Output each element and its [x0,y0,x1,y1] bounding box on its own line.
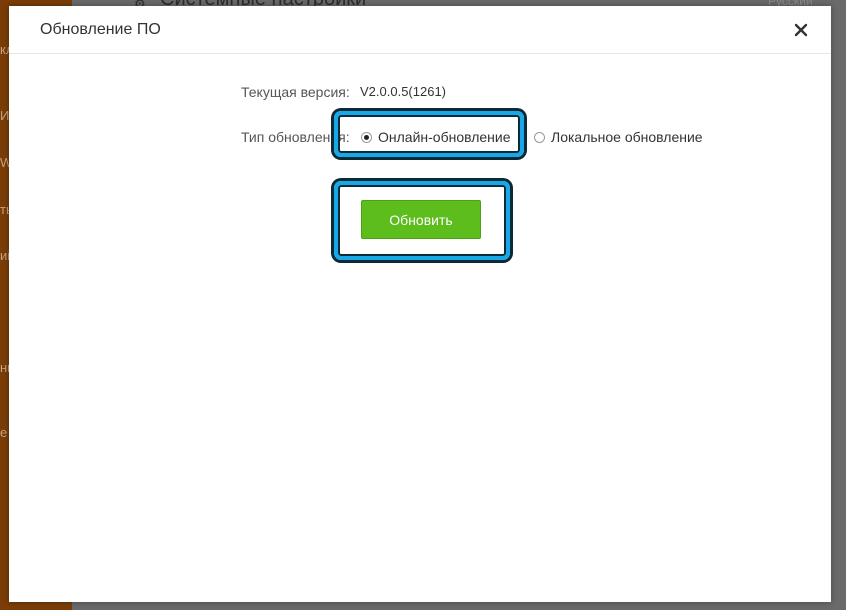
sidebar-fragment: И [0,108,10,123]
dialog-header: Обновление ПО [9,6,831,54]
update-button[interactable]: Обновить [361,200,481,239]
dialog-title: Обновление ПО [40,21,161,38]
firmware-update-dialog: Обновление ПО Текущая версия: V2.0.0.5(1… [9,6,831,602]
current-version-value: V2.0.0.5(1261) [360,84,447,99]
sidebar-fragment: е [0,425,8,440]
radio-unchecked-icon[interactable] [534,131,545,143]
radio-local-update-label: Локальное обновление [551,129,703,145]
close-icon [794,23,808,37]
update-type-label: Тип обновления: [241,129,350,145]
radio-local-update[interactable]: Локальное обновление [534,129,703,145]
current-version-label: Текущая версия: [241,84,350,100]
radio-online-update[interactable]: Онлайн-обновление [361,129,511,145]
radio-checked-icon[interactable] [361,131,372,143]
close-button[interactable] [791,20,811,40]
radio-online-update-label: Онлайн-обновление [378,129,511,145]
